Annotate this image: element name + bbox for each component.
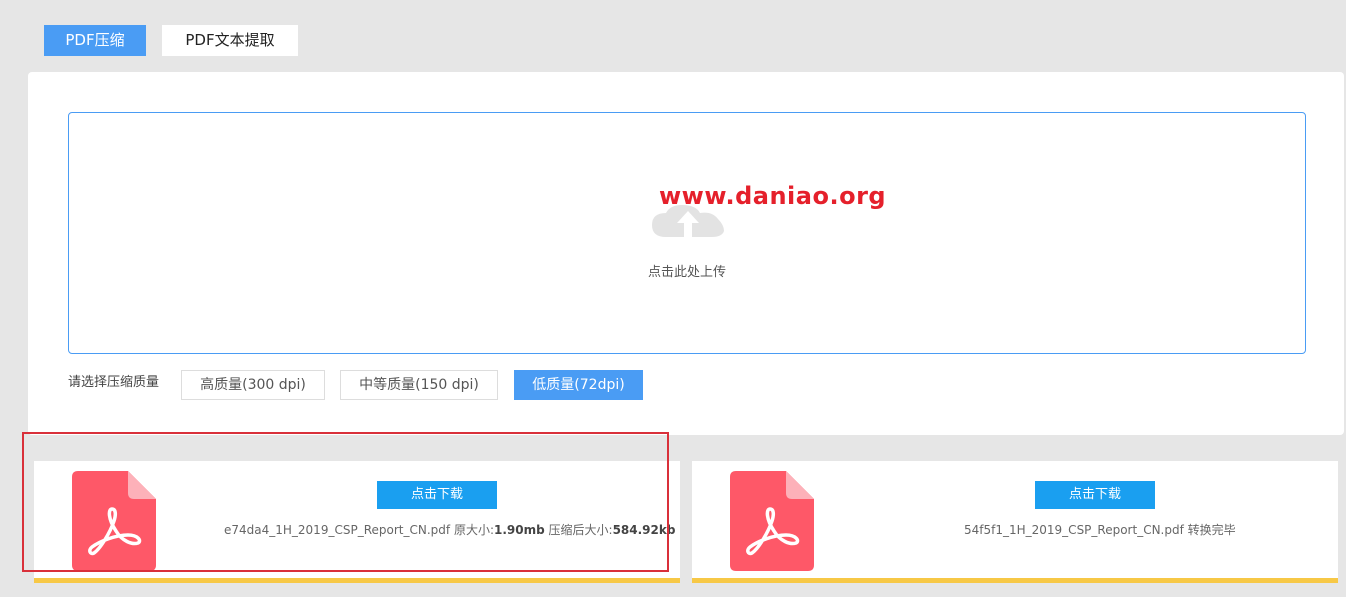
file-info: 54f5f1_1H_2019_CSP_Report_CN.pdf 转换完毕: [964, 521, 1236, 538]
result-card: 点击下载 54f5f1_1H_2019_CSP_Report_CN.pdf 转换…: [692, 461, 1338, 583]
quality-label: 请选择压缩质量: [68, 375, 160, 390]
quality-high-button[interactable]: 高质量(300 dpi): [181, 370, 325, 400]
download-button[interactable]: 点击下载: [1035, 481, 1155, 509]
quality-low-button[interactable]: 低质量(72dpi): [514, 370, 643, 400]
highlight-annotation: [22, 432, 669, 572]
conversion-status: 转换完毕: [1187, 523, 1236, 537]
tab-pdf-compress[interactable]: PDF压缩: [44, 25, 146, 56]
cloud-upload-icon: [652, 205, 724, 237]
pdf-file-icon: [730, 471, 814, 571]
compress-panel: www.daniao.org 点击此处上传 请选择压缩质量 高质量(300 dp…: [28, 72, 1344, 435]
quality-medium-button[interactable]: 中等质量(150 dpi): [340, 370, 498, 400]
tab-pdf-text-extract[interactable]: PDF文本提取: [162, 25, 298, 56]
upload-hint: 点击此处上传: [647, 265, 726, 280]
upload-dropzone[interactable]: www.daniao.org 点击此处上传: [68, 112, 1306, 354]
file-name: 54f5f1_1H_2019_CSP_Report_CN.pdf: [964, 523, 1184, 537]
tab-bar: PDF压缩 PDF文本提取: [44, 25, 298, 56]
